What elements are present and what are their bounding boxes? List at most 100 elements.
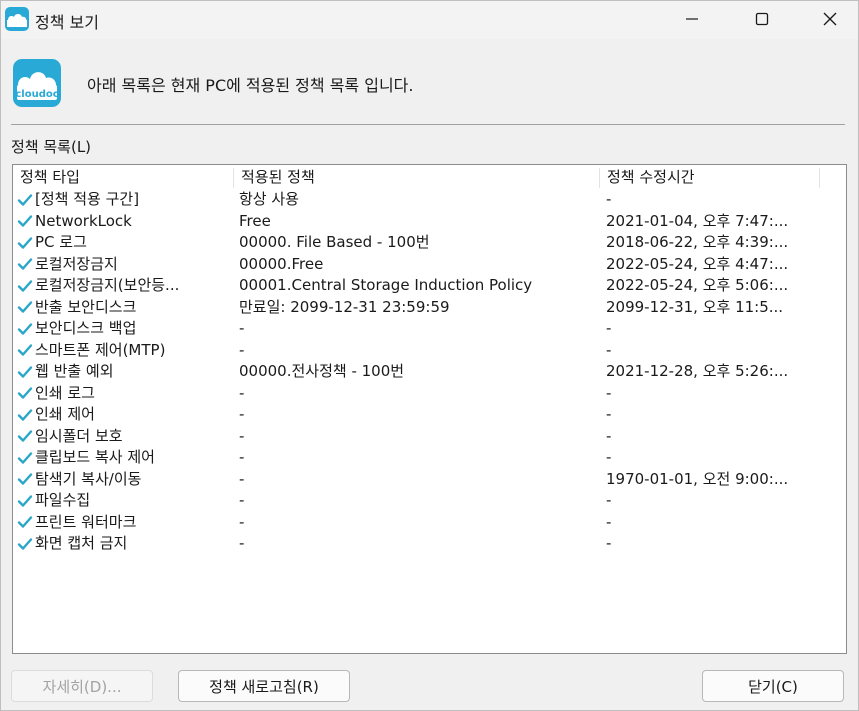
applied-policy-cell: 00000.전사정책 - 100번 [239, 362, 405, 380]
policy-type-cell: 클립보드 복사 제어 [17, 447, 223, 469]
header-message: 아래 목록은 현재 PC에 적용된 정책 목록 입니다. [87, 76, 414, 95]
applied-policy-cell: - [239, 448, 245, 466]
policy-type-cell: 인쇄 로그 [17, 383, 223, 405]
policy-type-cell: 탐색기 복사/이동 [17, 469, 223, 491]
applied-policy-cell: - [239, 319, 245, 337]
policy-type-cell: 임시폴더 보호 [17, 426, 223, 448]
applied-policy-cell: - [239, 405, 245, 423]
policy-list-label: 정책 목록(L) [11, 138, 92, 156]
refresh-policy-button[interactable]: 정책 새로고침(R) [178, 670, 350, 702]
table-row[interactable]: 탐색기 복사/이동 - 1970-01-01, 오전 9:00:... [13, 469, 846, 491]
modified-time-cell: - [606, 405, 612, 423]
minimize-button[interactable] [669, 1, 715, 37]
table-row[interactable]: 로컬저장금지 00000.Free 2022-05-24, 오후 4:47:... [13, 254, 846, 276]
modified-time-cell: 2021-01-04, 오후 7:47:... [606, 211, 789, 230]
modified-time-cell: - [606, 426, 612, 445]
check-icon [17, 301, 33, 313]
maximize-icon [755, 12, 769, 26]
applied-policy-cell: - [239, 383, 245, 402]
policy-type-cell: 인쇄 제어 [17, 404, 223, 426]
list-header: 정책 타입 적용된 정책 정책 수정시간 [13, 165, 846, 189]
modified-time-cell: 1970-01-01, 오전 9:00:... [606, 469, 789, 488]
table-row[interactable]: 보안디스크 백업 - - [13, 318, 846, 340]
modified-time-cell: - [606, 383, 612, 402]
policy-type-cell: NetworkLock [17, 211, 223, 233]
modified-time-cell: - [606, 340, 612, 359]
check-icon [17, 194, 33, 206]
applied-policy-cell: - [239, 340, 245, 359]
cloudoc-app-icon [5, 7, 29, 31]
check-icon [17, 516, 33, 528]
modified-time-cell: 2099-12-31, 오후 11:5... [606, 297, 784, 316]
list-rows: [정책 적용 구간] 항상 사용 - NetworkLock Free 2021-01-0… [13, 189, 846, 555]
policy-type-cell: 로컬저장금지 [17, 254, 223, 276]
maximize-button[interactable] [739, 1, 785, 37]
applied-policy-cell: - [239, 491, 245, 509]
policy-type-cell: 반출 보안디스크 [17, 297, 223, 319]
applied-policy-cell: 항상 사용 [239, 190, 299, 208]
check-icon [17, 409, 33, 421]
close-button[interactable]: 닫기(C) [702, 670, 844, 702]
applied-policy-cell: 00001.Central Storage Induction Policy [239, 276, 533, 294]
applied-policy-cell: 00000.Free [239, 254, 324, 273]
modified-time-cell: - [606, 512, 612, 531]
modified-time-cell: 2022-05-24, 오후 4:47:... [606, 254, 789, 273]
table-row[interactable]: 웹 반출 예외 00000.전사정책 - 100번 2021-12-28, 오후 5… [13, 361, 846, 383]
check-icon [17, 473, 33, 485]
close-window-button[interactable] [807, 1, 853, 37]
table-row[interactable]: 프린트 워터마크 - - [13, 512, 846, 534]
policy-type-cell: 보안디스크 백업 [17, 318, 223, 340]
column-header-policy-type[interactable]: 정책 타입 [13, 165, 234, 189]
check-icon [17, 452, 33, 464]
column-header-applied-policy[interactable]: 적용된 정책 [234, 165, 600, 189]
applied-policy-cell: - [239, 469, 245, 488]
policy-list-view[interactable]: 정책 타입 적용된 정책 정책 수정시간 [정책 적용 구간] 항상 사용 - Net… [12, 164, 847, 654]
title-bar: 정책 보기 [1, 1, 858, 39]
check-icon [17, 323, 33, 335]
table-row[interactable]: 파일수집 - - [13, 490, 846, 512]
check-icon [17, 280, 33, 292]
check-icon [17, 237, 33, 249]
applied-policy-cell: Free [239, 211, 271, 230]
table-row[interactable]: 화면 캡처 금지 - - [13, 533, 846, 555]
table-row[interactable]: 인쇄 로그 - - [13, 383, 846, 405]
check-icon [17, 344, 33, 356]
modified-time-cell: - [606, 534, 612, 552]
logo-text: cloudoc [15, 89, 58, 100]
table-row[interactable]: 인쇄 제어 - - [13, 404, 846, 426]
header-separator [11, 124, 845, 125]
check-icon [17, 215, 33, 227]
policy-type-cell: [정책 적용 구간] [17, 189, 223, 211]
policy-view-window: 정책 보기 cloudoc 아래 목록은 현재 PC에 적용된 정책 목록 입니… [0, 0, 859, 711]
applied-policy-cell: 00000. File Based - 100번 [239, 233, 430, 251]
modified-time-cell: 2018-06-22, 오후 4:39:... [606, 233, 789, 251]
check-icon [17, 258, 33, 270]
check-icon [17, 387, 33, 399]
policy-type-cell: 파일수집 [17, 490, 223, 512]
detail-button[interactable]: 자세히(D)... [11, 670, 153, 702]
table-row[interactable]: PC 로그 00000. File Based - 100번 2018-06-22,… [13, 232, 846, 254]
check-icon [17, 495, 33, 507]
modified-time-cell: - [606, 319, 612, 337]
applied-policy-cell: - [239, 426, 245, 445]
modified-time-cell: - [606, 448, 612, 466]
table-row[interactable]: 임시폴더 보호 - - [13, 426, 846, 448]
applied-policy-cell: - [239, 512, 245, 531]
table-row[interactable]: 로컬저장금지(보안등... 00001.Central Storage Induc… [13, 275, 846, 297]
table-row[interactable]: 클립보드 복사 제어 - - [13, 447, 846, 469]
check-icon [17, 538, 33, 550]
table-row[interactable]: [정책 적용 구간] 항상 사용 - [13, 189, 846, 211]
policy-type-cell: 웹 반출 예외 [17, 361, 223, 383]
policy-type-cell: 스마트폰 제어(MTP) [17, 340, 223, 362]
table-row[interactable]: 반출 보안디스크 만료일: 2099-12-31 23:59:59 2099-12-… [13, 297, 846, 319]
window-title: 정책 보기 [35, 13, 99, 32]
policy-type-cell: PC 로그 [17, 232, 223, 254]
modified-time-cell: 2021-12-28, 오후 5:26:... [606, 362, 789, 380]
table-row[interactable]: NetworkLock Free 2021-01-04, 오후 7:47:... [13, 211, 846, 233]
policy-type-cell: 화면 캡처 금지 [17, 533, 223, 555]
column-header-modified-time[interactable]: 정책 수정시간 [600, 165, 820, 189]
table-row[interactable]: 스마트폰 제어(MTP) - - [13, 340, 846, 362]
policy-type-cell: 로컬저장금지(보안등... [17, 275, 223, 297]
applied-policy-cell: - [239, 534, 245, 552]
minimize-icon [686, 18, 698, 20]
